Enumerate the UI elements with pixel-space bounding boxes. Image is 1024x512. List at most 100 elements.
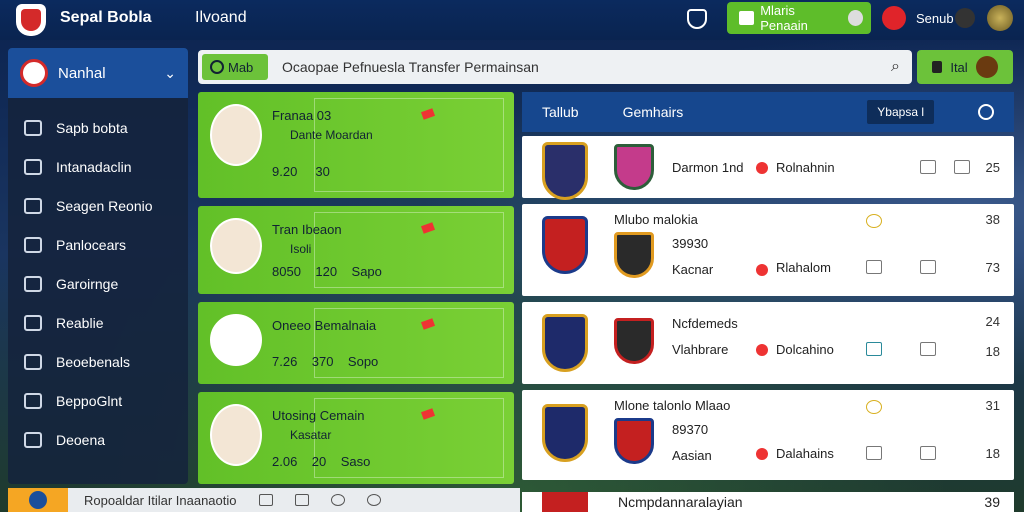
player-stat: 30 <box>315 164 330 179</box>
player-stats: 2.06 20 Saso <box>272 454 370 469</box>
profile-action-button[interactable]: Ital <box>917 50 1013 84</box>
player-photo <box>210 104 262 166</box>
link-icon[interactable] <box>366 494 381 506</box>
club-crest-icon <box>542 216 588 274</box>
filter-tag[interactable]: Ybapsa l <box>867 100 934 124</box>
sidebar-item[interactable]: Garoirnge <box>8 264 188 303</box>
table-row[interactable]: Ncfdemeds Vlahbrare Dolcahino 24 18 <box>522 302 1014 384</box>
sidebar-item[interactable]: Intanadaclin <box>8 147 188 186</box>
filter-button[interactable]: Mab <box>202 54 268 80</box>
shoe-icon <box>866 260 882 274</box>
sidebar-item[interactable]: Beoebenals <box>8 342 188 381</box>
edit-icon[interactable] <box>920 260 936 274</box>
player-card[interactable]: Tran Ibeaon Isoli 8050 120 Sapo <box>198 206 514 294</box>
edit-icon[interactable] <box>920 446 936 460</box>
player-name: Oneeo Bemalnaia <box>272 318 377 333</box>
player-stat: Saso <box>340 454 371 469</box>
chevron-down-icon[interactable]: ⌄ <box>164 65 176 82</box>
gear-icon[interactable] <box>978 104 994 120</box>
player-photo <box>210 218 262 274</box>
sidebar-item[interactable]: Seagen Reonio <box>8 186 188 225</box>
app-logo[interactable] <box>16 4 46 36</box>
footer-bar: Ropoaldar Itilar Inaanaotio <box>8 488 520 512</box>
footer-text: Ropoaldar Itilar Inaanaotio <box>84 492 237 508</box>
sidebar-item-label: Beoebenals <box>56 353 130 370</box>
table-row[interactable]: Mlone talonlo Mlaao 89370 Aasian Dalahai… <box>522 390 1014 480</box>
player-photo <box>210 404 262 466</box>
sidebar-item-label: Seagen Reonio <box>56 197 153 214</box>
club-crest-icon <box>210 314 262 366</box>
sidebar-header[interactable]: Nanhal ⌄ <box>8 48 188 98</box>
club-name: Kacnar <box>672 262 714 277</box>
badge-icon <box>24 119 42 136</box>
row-count: 25 <box>985 160 1000 175</box>
club-title: Mlone talonlo Mlaao <box>614 398 731 413</box>
club-title: Mlubo malokia <box>614 212 698 227</box>
coin-icon <box>24 275 42 292</box>
player-stat: 9.20 <box>272 164 298 179</box>
search-input[interactable]: Ocaopae Pefnuesla Transfer Permainsan <box>282 59 539 75</box>
shoe-icon <box>866 446 882 460</box>
status-dot-icon <box>756 448 768 460</box>
player-stat: 8050 <box>272 264 301 279</box>
club-label: Dalahains <box>776 446 834 461</box>
table-row[interactable]: Darmon 1nd Rolnahnin 25 <box>522 136 1014 200</box>
club-crest-icon <box>542 404 588 462</box>
sidebar-item-label: Garoirnge <box>56 275 119 292</box>
shoe-icon <box>920 160 936 174</box>
edit-icon[interactable] <box>920 342 936 356</box>
sidebar-item-label: Intanadaclin <box>56 158 132 175</box>
club-crest-icon <box>542 142 588 200</box>
user-name[interactable]: Senub <box>916 11 954 26</box>
coin-icon <box>866 400 882 414</box>
column-header[interactable]: Tallub <box>542 104 579 120</box>
avatar[interactable] <box>955 8 975 28</box>
sidebar-item[interactable]: BeppoGlnt <box>8 381 188 420</box>
player-stat: Sapo <box>351 264 382 279</box>
promo-label: Mlaris Penaain <box>760 3 808 33</box>
settings-icon[interactable] <box>987 5 1013 31</box>
player-card[interactable]: Franaa 03 Dante Moardan 9.20 30 <box>198 92 514 198</box>
card-icon <box>739 11 755 25</box>
row-count: 18 <box>985 446 1000 461</box>
card-icon[interactable] <box>294 494 309 506</box>
ball-icon <box>847 10 863 26</box>
sidebar-item[interactable]: Panlocears <box>8 225 188 264</box>
sidebar-item[interactable]: Reablie <box>8 303 188 342</box>
player-stat: 370 <box>311 354 334 369</box>
refresh-icon[interactable] <box>330 494 345 506</box>
player-card[interactable]: Utosing Cemain Kasatar 2.06 20 Saso <box>198 392 514 484</box>
people-icon <box>24 314 42 331</box>
footer-badge[interactable] <box>8 488 68 512</box>
promo-button[interactable]: Mlaris Penaain <box>727 2 871 34</box>
sidebar-item[interactable]: Sapb bobta <box>8 108 188 147</box>
top-bar: Sepal Bobla Ilvoand Mlaris Penaain Senub <box>0 0 1024 40</box>
search-icon[interactable]: ⌕ <box>891 58 900 76</box>
filter-label: Mab <box>228 59 254 75</box>
search-bar[interactable]: Mab Ocaopae Pefnuesla Transfer Permainsa… <box>198 50 912 84</box>
sidebar-item[interactable]: Deoena <box>8 420 188 459</box>
sidebar-item-label: Panlocears <box>56 236 127 253</box>
club-crest-icon <box>614 418 654 464</box>
player-name: Utosing Cemain <box>272 408 365 423</box>
avatar <box>975 56 998 78</box>
nav-home-link[interactable]: Ilvoand <box>195 9 247 27</box>
next-row-preview[interactable]: Ncmpdannaralayian 39 <box>522 492 1014 512</box>
player-sub: Dante Moardan <box>290 128 373 142</box>
shield-icon[interactable] <box>687 9 707 29</box>
player-stat: 7.26 <box>272 354 298 369</box>
expand-icon[interactable] <box>258 494 273 506</box>
column-header[interactable]: Gemhairs <box>623 104 684 120</box>
notification-icon[interactable] <box>882 6 906 30</box>
club-value: 39930 <box>672 236 709 251</box>
player-name: Franaa 03 <box>272 108 332 123</box>
row-count: 18 <box>985 344 1000 359</box>
edit-icon[interactable] <box>954 160 970 174</box>
row-count: 38 <box>985 212 1000 227</box>
player-stat: 20 <box>311 454 327 469</box>
player-card[interactable]: Oneeo Bemalnaia 7.26 370 Sopo <box>198 302 514 384</box>
club-crest-icon <box>614 144 654 190</box>
table-row[interactable]: Mlubo malokia 39930 Kacnar Rlahalom 38 7… <box>522 204 1014 296</box>
check-circle-icon <box>210 60 224 74</box>
player-stat: 2.06 <box>272 454 298 469</box>
